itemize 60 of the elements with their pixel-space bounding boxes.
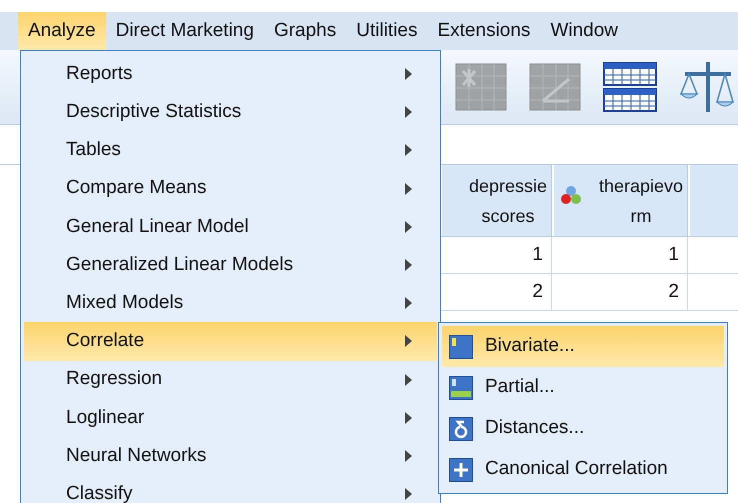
correlation-icon [449, 376, 473, 400]
table-icon[interactable] [603, 61, 657, 113]
submenu-item[interactable]: Partial... [442, 367, 724, 408]
submenu-arrow-icon [404, 487, 413, 502]
menu-item[interactable]: General Linear Model [24, 208, 437, 246]
menu-item[interactable]: Tables [24, 131, 437, 170]
menu-item-label: Reports [66, 62, 133, 86]
submenu-arrow-icon [404, 182, 413, 196]
menu-item[interactable]: Descriptive Statistics [24, 93, 437, 132]
menu-bar-item[interactable]: Window [540, 12, 628, 50]
menu-item[interactable]: Reports [24, 55, 437, 94]
submenu-arrow-icon [404, 334, 413, 348]
submenu-arrow-icon [404, 372, 413, 386]
submenu-item-label: Bivariate... [485, 334, 575, 358]
submenu-arrow-icon [404, 220, 413, 234]
menu-bar-item[interactable]: Analyze [18, 12, 106, 50]
menu-item-label: Descriptive Statistics [66, 100, 242, 124]
menu-bar-item[interactable]: Extensions [427, 12, 540, 50]
header-label: therapievo rm [598, 174, 683, 228]
menu-item[interactable]: Loglinear [24, 398, 437, 437]
menu-item-label: Compare Means [66, 176, 206, 200]
submenu-item[interactable]: Bivariate... [442, 326, 724, 367]
menu-item[interactable]: Neural Networks [24, 436, 437, 476]
menu-item[interactable]: Correlate [24, 322, 437, 360]
submenu-arrow-icon [404, 296, 413, 310]
plus-icon [449, 458, 473, 482]
submenu-arrow-icon [404, 143, 413, 158]
menu-item-label: Loglinear [66, 406, 144, 430]
menu-item-label: Neural Networks [66, 444, 206, 468]
menu-item[interactable]: Regression [24, 360, 437, 399]
menu-item-label: Regression [66, 367, 162, 392]
menu-item-label: General Linear Model [66, 214, 249, 239]
submenu-arrow-icon [404, 67, 413, 81]
table-cell: 1 [552, 237, 688, 274]
submenu-arrow-icon [404, 410, 413, 425]
menu-bar-item[interactable]: Utilities [346, 12, 428, 50]
correlation-icon [449, 334, 473, 358]
submenu-item-label: Distances... [485, 416, 584, 440]
menu-item-label: Correlate [66, 329, 144, 354]
header-label: depressie scores [468, 174, 547, 228]
submenu-item[interactable]: Canonical Correlation [442, 449, 724, 490]
menu-item[interactable]: Compare Means [24, 170, 437, 208]
menu-item-label: Mixed Models [66, 290, 184, 315]
menu-item[interactable]: Classify [24, 475, 437, 503]
submenu-arrow-icon [404, 105, 413, 120]
menu-bar-item[interactable]: Graphs [264, 12, 346, 50]
nominal-icon [560, 185, 582, 205]
menu-item[interactable]: Mixed Models [24, 284, 437, 322]
table-cell: 2 [552, 274, 688, 311]
delta-icon [449, 416, 473, 440]
menu-item[interactable]: Generalized Linear Models [24, 246, 437, 284]
submenu-arrow-icon [404, 258, 413, 272]
menu-item-label: Generalized Linear Models [66, 252, 294, 277]
submenu-item[interactable]: Distances... [442, 408, 724, 449]
submenu-item-label: Canonical Correlation [485, 457, 668, 482]
submenu-arrow-icon [404, 448, 413, 463]
submenu-item-label: Partial... [485, 375, 555, 400]
menu-item-label: Classify [66, 482, 133, 503]
menu-bar-item[interactable]: Direct Marketing [106, 12, 264, 50]
menu-item-label: Tables [66, 138, 121, 162]
